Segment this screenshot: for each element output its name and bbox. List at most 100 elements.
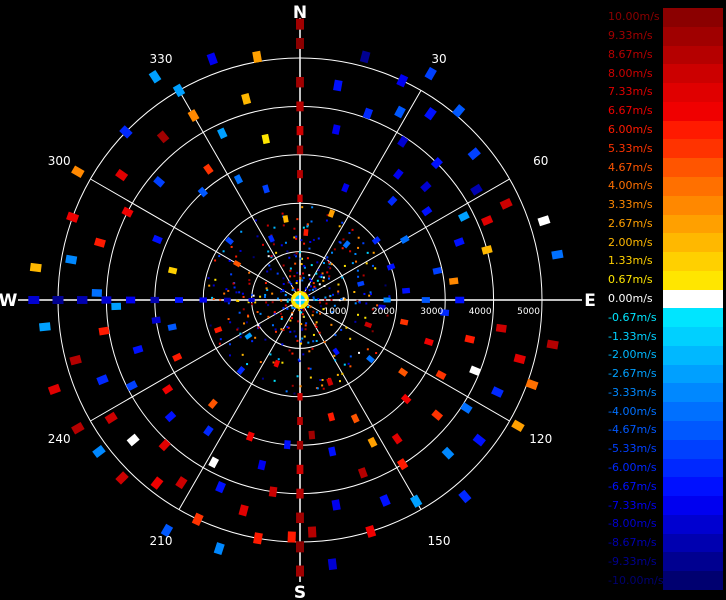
clutter-gate: [312, 310, 315, 313]
velocity-gate: [326, 377, 334, 387]
velocity-gate: [364, 321, 373, 329]
velocity-gate: [208, 456, 220, 469]
clutter-gate: [280, 317, 283, 320]
colorbar-swatch: [663, 158, 723, 178]
colorbar-label: 6.00m/s: [608, 123, 653, 137]
velocity-gate: [421, 205, 433, 217]
clutter-gate: [313, 285, 316, 288]
clutter-gate: [316, 387, 319, 390]
velocity-gate: [167, 323, 177, 331]
velocity-gate: [464, 334, 476, 344]
clutter-gate: [242, 295, 245, 298]
clutter-gate: [324, 298, 327, 301]
clutter-gate: [303, 242, 306, 245]
clutter-gate: [291, 352, 294, 355]
clutter-gate: [304, 328, 307, 331]
colorbar-swatch: [663, 421, 723, 441]
velocity-gate: [287, 531, 296, 543]
clutter-gate: [282, 328, 285, 331]
azimuth-tick-label: 300: [48, 154, 71, 168]
velocity-gate: [296, 565, 304, 577]
velocity-gate: [435, 369, 447, 380]
clutter-gate: [306, 223, 309, 226]
velocity-gate: [223, 297, 231, 303]
velocity-gate: [365, 524, 377, 538]
colorbar-swatch: [663, 195, 723, 215]
azimuth-tick-label: 240: [48, 432, 71, 446]
clutter-gate: [235, 255, 238, 258]
clutter-gate: [351, 228, 354, 231]
velocity-gate: [379, 494, 391, 507]
clutter-gate: [219, 338, 222, 341]
velocity-gate: [303, 228, 309, 237]
clutter-gate: [286, 307, 289, 310]
clutter-gate: [355, 260, 358, 263]
clutter-gate: [296, 339, 299, 342]
clutter-gate: [326, 271, 329, 274]
clutter-gate: [288, 256, 291, 259]
colorbar-label: 4.00m/s: [608, 179, 653, 193]
clutter-gate: [301, 313, 304, 316]
colorbar-label: -8.00m/s: [608, 517, 657, 531]
colorbar-label: 9.33m/s: [608, 29, 653, 43]
clutter-gate: [345, 326, 348, 329]
clutter-gate: [364, 316, 367, 319]
clutter-gate: [259, 295, 262, 298]
velocity-gate: [156, 130, 170, 144]
velocity-gate: [121, 206, 134, 218]
clutter-gate: [323, 284, 326, 287]
clutter-gate: [319, 312, 322, 315]
clutter-gate: [310, 220, 313, 223]
velocity-gate: [432, 266, 443, 275]
velocity-gate: [399, 318, 409, 326]
velocity-gate: [244, 332, 253, 340]
clutter-gate: [316, 279, 319, 282]
clutter-gate: [242, 308, 245, 311]
velocity-gate: [71, 422, 85, 435]
velocity-gate: [297, 170, 303, 179]
velocity-gate: [29, 262, 42, 273]
clutter-gate: [302, 226, 305, 229]
velocity-gate: [546, 339, 559, 350]
clutter-gate: [289, 275, 292, 278]
velocity-gate: [357, 280, 365, 287]
clutter-gate: [315, 321, 318, 324]
clutter-gate: [273, 311, 276, 314]
velocity-gate: [248, 297, 255, 303]
velocity-gate: [153, 175, 166, 188]
clutter-gate: [305, 322, 308, 325]
velocity-gate: [460, 402, 473, 414]
clutter-gate: [324, 296, 327, 299]
clutter-gate: [302, 353, 305, 356]
clutter-gate: [341, 276, 344, 279]
clutter-gate: [337, 283, 340, 286]
clutter-gate: [357, 313, 360, 316]
colorbar-swatch: [663, 83, 723, 103]
clutter-gate: [315, 298, 318, 301]
clutter-gate: [384, 284, 387, 287]
velocity-gate: [76, 296, 88, 304]
velocity-gate: [472, 433, 486, 447]
clutter-gate: [241, 353, 244, 356]
range-tick-label: 2000: [372, 307, 395, 317]
velocity-gate: [296, 101, 304, 112]
clutter-gate: [319, 301, 322, 304]
azimuth-spoke: [299, 299, 510, 422]
clutter-gate: [337, 292, 340, 295]
velocity-gate: [383, 297, 391, 303]
clutter-gate: [321, 379, 324, 382]
clutter-gate: [302, 276, 305, 279]
clutter-gate: [299, 340, 302, 343]
velocity-gate: [215, 481, 227, 494]
velocity-gate: [233, 174, 244, 185]
clutter-gate: [340, 297, 343, 300]
velocity-gate: [455, 296, 465, 304]
clutter-gate: [341, 247, 344, 250]
clutter-gate: [339, 241, 342, 244]
colorbar-label: 5.33m/s: [608, 141, 653, 155]
velocity-gate: [199, 297, 207, 303]
clutter-gate: [240, 230, 243, 233]
clutter-gate: [342, 238, 345, 241]
clutter-gate: [358, 351, 361, 354]
clutter-gate: [306, 225, 309, 228]
